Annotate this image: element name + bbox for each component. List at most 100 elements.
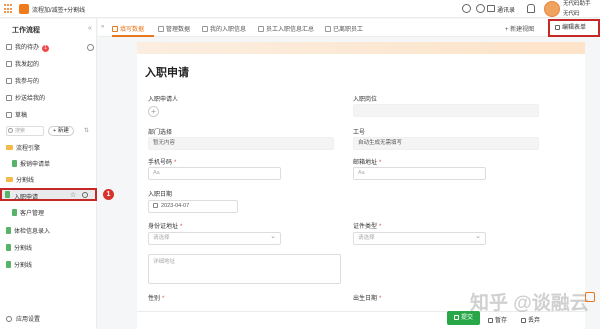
sidebar-item-drafts[interactable]: 草稿 [6,110,27,119]
sidebar-title: 工作流程 [12,27,40,34]
add-applicant-button[interactable]: + [148,106,159,117]
jobno-label: 工号 [353,130,366,136]
sidebar-item-label: 分割线 [14,263,33,269]
sidebar-item-label: 体检信息录入 [14,229,51,235]
required-mark: * [162,296,165,302]
tab-manage-data[interactable]: 管理数据 [158,24,190,33]
sidebar-item-divider-2[interactable]: 分割线 [6,260,32,269]
tab-label: 管理数据 [166,27,191,33]
notification-icon[interactable] [527,4,535,13]
sidebar-search-input[interactable]: 搜索 [6,126,44,136]
add-icon[interactable] [462,4,471,13]
collapse-tabs-icon[interactable]: « [101,24,104,30]
dept-field[interactable]: 暂无内容 [148,137,334,150]
user-org: 无代码 [563,11,580,17]
edit-form-label: 编辑表单 [562,25,587,31]
inbox-icon [6,44,12,50]
sidebar-item-label: 客户管理 [20,211,45,217]
tab-label: 已离职员工 [333,27,364,33]
idtype-label: 证件类型 * [353,221,381,230]
app-title[interactable]: 流程加/减签+分割线 [32,5,85,14]
date-picker[interactable]: 2023-04-07 [148,200,238,213]
sidebar-item-label: 抄送给我的 [15,96,46,102]
save-draft-button[interactable]: 暂存 [488,315,507,324]
sidebar-item-label: 报销申请单 [20,162,51,168]
sidebar-item-divider-1[interactable]: 分割线 [6,243,32,252]
email-input[interactable]: Aa [353,167,486,180]
sidebar-item-label: 我参与的 [15,79,40,85]
sidebar-item-initiated[interactable]: 我发起的 [6,59,39,68]
idaddr-select[interactable]: 请选择 [148,231,281,245]
gender-label: 性别 * [148,293,164,302]
required-mark: * [379,224,382,230]
form-title: 入职申请 [145,67,189,79]
watermark: 知乎 @谈融云 [470,293,589,314]
new-button[interactable]: + 新建 [48,126,74,136]
sidebar-item-onboarding[interactable]: 入职申请 ☆ [0,188,97,201]
manage-icon [158,26,164,32]
sidebar-item-expense[interactable]: 报销申请单 [12,159,50,168]
email-label-text: 邮箱地址 [353,160,378,166]
gender-label-text: 性别 [148,296,161,302]
edit-icon [112,26,118,32]
app-settings-label: 应用设置 [16,317,41,323]
sidebar-item-cc[interactable]: 抄送给我的 [6,93,45,102]
sidebar-item-label: 流程引擎 [16,146,41,152]
sidebar-collapse-icon[interactable]: « [88,25,92,32]
draft-label: 暂存 [495,318,508,324]
form-icon [6,261,11,268]
help-icon[interactable] [476,4,485,13]
contacts-icon[interactable] [487,5,495,12]
sidebar-item-pending[interactable]: 我的待办 1 [6,42,50,52]
form-banner [137,42,585,54]
annotation-marker-1: 1 [103,189,114,200]
contacts-link[interactable]: 通讯录 [497,5,515,14]
discard-button[interactable]: 丢弃 [521,315,540,324]
tab-onboarding-summary[interactable]: 员工入职信息汇总 [258,24,314,33]
floating-helper-icon[interactable] [585,292,595,302]
sidebar-item-customer[interactable]: 客户管理 [12,208,44,217]
app-logo-icon [19,4,29,14]
draft-icon [6,112,12,118]
sidebar-folder-flow[interactable]: 流程引擎 [6,143,40,152]
edit-form-button[interactable]: 编辑表单 [548,19,600,37]
tab-fill-data[interactable]: 填写数据 [112,24,144,33]
participate-icon [6,78,12,84]
detail-address-input[interactable]: 详细地址 [148,254,341,284]
table-icon [325,26,331,32]
new-view-button[interactable]: + 新建视图 [505,24,534,33]
top-bar: 流程加/减签+分割线 通讯录 无代码助手 无代码 [0,0,600,18]
avatar[interactable] [544,1,560,17]
position-label: 入职岗位 [353,97,378,103]
idtype-label-text: 证件类型 [353,224,378,230]
search-icon [8,128,13,133]
sidebar-item-participated[interactable]: 我参与的 [6,76,39,85]
submit-label: 提交 [460,315,473,321]
required-mark: * [174,160,177,166]
required-mark: * [379,296,382,302]
tab-resigned[interactable]: 已离职员工 [325,24,363,33]
star-icon[interactable]: ☆ [70,191,76,199]
idaddr-label: 身份证地址 * [148,221,182,230]
active-tab-indicator [112,35,154,37]
folder-icon [6,145,13,150]
sidebar-folder-divider[interactable]: 分割线 [6,175,34,184]
birth-label: 出生日期 * [353,293,381,302]
discard-label: 丢弃 [528,318,541,324]
sidebar-settings-gear-icon[interactable] [87,44,94,51]
app-grid-icon[interactable] [4,4,14,14]
send-icon [6,61,12,67]
sort-icon[interactable]: ⇅ [84,127,89,134]
form-icon [12,160,17,167]
tab-my-onboarding[interactable]: 我的入职信息 [202,24,246,33]
phone-input[interactable]: Aa [148,167,281,180]
search-placeholder: 搜索 [15,128,26,134]
position-field[interactable] [353,104,539,117]
idtype-select[interactable]: 请选择 [353,231,486,245]
app-settings-link[interactable]: 应用设置 [6,314,40,323]
dept-label: 部门选择 [148,130,173,136]
gear-icon[interactable] [82,192,88,198]
sidebar-item-physical[interactable]: 体检信息录入 [6,226,50,235]
sidebar-item-label: 草稿 [15,113,28,119]
pending-count-badge: 1 [42,45,50,52]
